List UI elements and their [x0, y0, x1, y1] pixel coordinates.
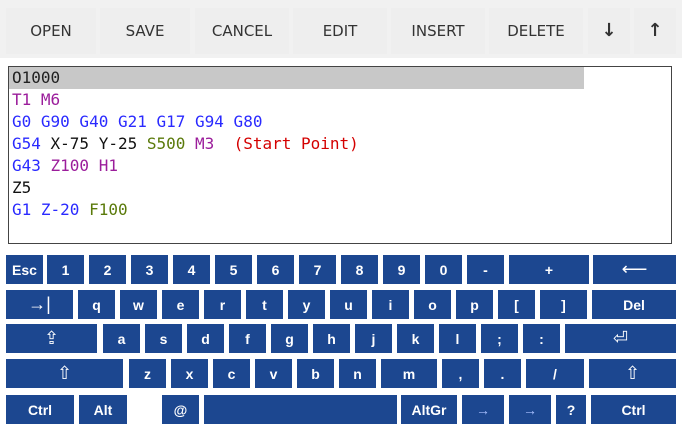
key-z[interactable]: z [129, 359, 166, 388]
key-g[interactable]: g [271, 324, 308, 353]
alt-key[interactable]: Alt [79, 395, 127, 424]
on-screen-keyboard: Esc 1 2 3 4 5 6 7 8 9 0- + ⟵ →| q w e r t y u i o p[] Del ⇪ a s d f g h… [0, 255, 682, 430]
code-token: G1 [12, 200, 41, 219]
key-2[interactable]: 2 [89, 255, 126, 284]
at-key[interactable]: @ [162, 395, 199, 424]
key-i[interactable]: i [372, 290, 409, 319]
key-c[interactable]: c [213, 359, 250, 388]
key-e[interactable]: e [162, 290, 199, 319]
key-p[interactable]: p [456, 290, 493, 319]
key-t[interactable]: t [246, 290, 283, 319]
key-1[interactable]: 1 [47, 255, 84, 284]
open-button[interactable]: OPEN [6, 8, 96, 54]
ctrl-key[interactable]: Ctrl [6, 395, 74, 424]
insert-button[interactable]: INSERT [391, 8, 485, 54]
key-o[interactable]: o [414, 290, 451, 319]
code-token: S500 [146, 134, 196, 153]
toolbar: OPEN SAVE CANCEL EDIT INSERT DELETE ↓ ↑ [0, 0, 682, 58]
key-8[interactable]: 8 [341, 255, 378, 284]
key-6[interactable]: 6 [257, 255, 294, 284]
ctrl-key[interactable]: Ctrl [591, 395, 676, 424]
key-d[interactable]: d [187, 324, 224, 353]
key-k[interactable]: k [397, 324, 434, 353]
code-line[interactable]: G0 G90 G40 G21 G17 G94 G80 [9, 111, 262, 133]
code-token: X-75 Y-25 [50, 134, 147, 153]
key-l[interactable]: l [439, 324, 476, 353]
key-5[interactable]: 5 [215, 255, 252, 284]
tab-key[interactable]: →| [6, 290, 73, 319]
code-line[interactable]: Z5 [9, 177, 31, 199]
key-s[interactable]: s [145, 324, 182, 353]
arrow-right-key[interactable]: → [462, 395, 504, 424]
question-key[interactable]: ? [556, 395, 586, 424]
key-y[interactable]: y [288, 290, 325, 319]
code-line[interactable]: G54 X-75 Y-25 S500 M3 (Start Point) [9, 133, 359, 155]
key-3[interactable]: 3 [131, 255, 168, 284]
code-token: T1 M6 [12, 90, 61, 109]
code-token: G43 [12, 156, 51, 175]
key-b[interactable]: b [297, 359, 334, 388]
code-token: Z5 [12, 178, 32, 197]
semicolon-key[interactable]: ; [481, 324, 518, 353]
code-token: Z100 H1 [50, 156, 118, 175]
key-9[interactable]: 9 [383, 255, 420, 284]
delete-key[interactable]: Del [592, 290, 676, 319]
key-q[interactable]: q [78, 290, 115, 319]
comma-key[interactable]: , [442, 359, 479, 388]
key-u[interactable]: u [330, 290, 367, 319]
code-line[interactable]: G43 Z100 H1 [9, 155, 118, 177]
code-token: O1000 [12, 68, 61, 87]
minus-key[interactable]: - [467, 255, 504, 284]
code-token: F100 [89, 200, 128, 219]
key-h[interactable]: h [313, 324, 350, 353]
cancel-button[interactable]: CANCEL [195, 8, 289, 54]
code-line[interactable]: T1 M6 [9, 89, 60, 111]
key-w[interactable]: w [120, 290, 157, 319]
space-key[interactable] [204, 395, 397, 424]
key-v[interactable]: v [255, 359, 292, 388]
caps-lock-key[interactable]: ⇪ [6, 324, 97, 353]
key-7[interactable]: 7 [299, 255, 336, 284]
slash-key[interactable]: / [526, 359, 584, 388]
colon-key[interactable]: : [523, 324, 560, 353]
code-line-current[interactable]: O1000 [9, 67, 584, 89]
arrow-right-key[interactable]: → [509, 395, 551, 424]
key-f[interactable]: f [229, 324, 266, 353]
move-up-button[interactable]: ↑ [634, 8, 676, 54]
key-r[interactable]: r [204, 290, 241, 319]
backspace-key[interactable]: ⟵ [593, 255, 676, 284]
key-n[interactable]: n [339, 359, 376, 388]
key-4[interactable]: 4 [173, 255, 210, 284]
code-token: G0 G90 G40 G21 G17 G94 G80 [12, 112, 263, 131]
code-token: Z-20 [40, 200, 90, 219]
key-a[interactable]: a [103, 324, 140, 353]
shift-key[interactable]: ⇧ [6, 359, 123, 388]
code-line[interactable]: G1 Z-20 F100 [9, 199, 128, 221]
right-bracket-key[interactable]: ] [540, 290, 587, 319]
esc-key[interactable]: Esc [6, 255, 43, 284]
delete-button[interactable]: DELETE [489, 8, 583, 54]
altgr-key[interactable]: AltGr [401, 395, 457, 424]
period-key[interactable]: . [484, 359, 521, 388]
shift-key[interactable]: ⇧ [589, 359, 676, 388]
plus-key[interactable]: + [509, 255, 589, 284]
edit-button[interactable]: EDIT [293, 8, 387, 54]
key-0[interactable]: 0 [425, 255, 462, 284]
key-x[interactable]: x [171, 359, 208, 388]
key-j[interactable]: j [355, 324, 392, 353]
enter-key[interactable]: ⏎ [565, 324, 676, 353]
save-button[interactable]: SAVE [100, 8, 190, 54]
key-m[interactable]: m [381, 359, 437, 388]
code-token: (Start Point) [233, 134, 359, 153]
code-token: M3 [195, 134, 234, 153]
left-bracket-key[interactable]: [ [498, 290, 535, 319]
move-down-button[interactable]: ↓ [588, 8, 630, 54]
code-token: G54 [12, 134, 51, 153]
code-editor[interactable]: O1000 T1 M6 G0 G90 G40 G21 G17 G94 G80 G54 … [8, 66, 672, 244]
